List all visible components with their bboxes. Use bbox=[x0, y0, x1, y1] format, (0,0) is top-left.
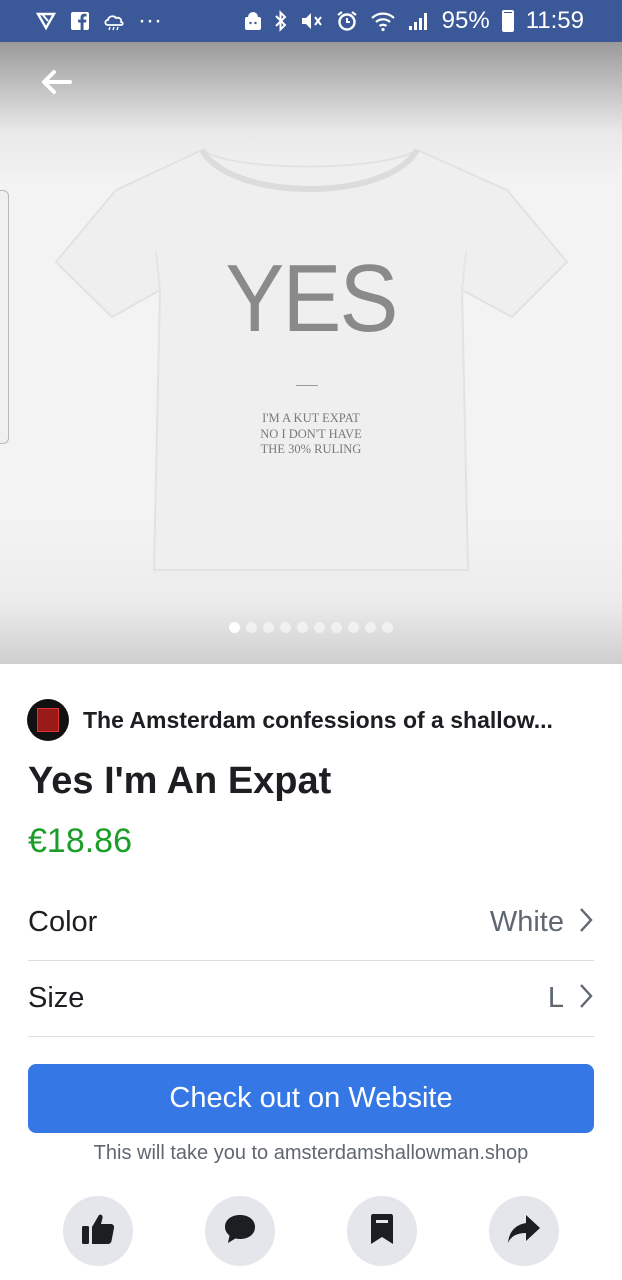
option-row-size[interactable]: Size L bbox=[28, 960, 594, 1036]
facebook-icon bbox=[70, 11, 90, 31]
carousel-dot[interactable] bbox=[382, 622, 393, 633]
product-price: €18.86 bbox=[28, 822, 132, 860]
carousel-dot[interactable] bbox=[365, 622, 376, 633]
carousel-dot[interactable] bbox=[314, 622, 325, 633]
comment-icon bbox=[222, 1212, 258, 1251]
option-value-group: White bbox=[490, 906, 594, 939]
shirt-line: I'M A KUT EXPAT bbox=[262, 411, 360, 425]
weather-icon bbox=[102, 11, 126, 31]
comment-button[interactable] bbox=[205, 1196, 275, 1266]
action-bar bbox=[0, 1196, 622, 1280]
option-label: Color bbox=[28, 905, 98, 938]
shirt-line: NO I DON'T HAVE bbox=[260, 426, 362, 441]
thumbs-up-icon bbox=[80, 1212, 116, 1251]
seller-name[interactable]: The Amsterdam confessions of a shallow..… bbox=[83, 707, 553, 734]
arrow-left-icon bbox=[40, 68, 72, 101]
checkout-button[interactable]: Check out on Website bbox=[28, 1064, 594, 1133]
bookmark-icon bbox=[368, 1212, 396, 1251]
carousel-dot[interactable] bbox=[246, 622, 257, 633]
chevron-right-icon bbox=[578, 982, 594, 1015]
checkout-note: This will take you to amsterdamshallowma… bbox=[93, 1142, 529, 1164]
avatar-logo bbox=[37, 708, 59, 732]
battery-percent: 95% bbox=[441, 7, 490, 34]
option-value: L bbox=[547, 981, 564, 1014]
shirt-text: I'M A KUT EXPAT NO I DON'T HAVE THE 30% … bbox=[0, 411, 622, 458]
status-bar-left: ··· bbox=[36, 7, 162, 35]
battery-icon bbox=[501, 10, 514, 32]
carousel-dot[interactable] bbox=[280, 622, 291, 633]
shirt-line: THE 30% RULING bbox=[260, 442, 362, 456]
product-title: Yes I'm An Expat bbox=[28, 760, 332, 802]
carousel-dot[interactable] bbox=[263, 622, 274, 633]
battery-level bbox=[503, 12, 512, 30]
divider bbox=[28, 1036, 594, 1037]
share-button[interactable] bbox=[489, 1196, 559, 1266]
clock: 11:59 bbox=[525, 7, 584, 34]
more-notifications: ··· bbox=[138, 7, 162, 34]
shirt-headline: YES bbox=[225, 245, 398, 352]
option-value-group: L bbox=[548, 982, 594, 1015]
android-icon bbox=[244, 11, 262, 31]
back-button[interactable] bbox=[36, 66, 76, 102]
carousel-dot[interactable] bbox=[331, 622, 342, 633]
product-image-carousel[interactable]: YES I'M A KUT EXPAT NO I DON'T HAVE THE … bbox=[0, 42, 622, 664]
carousel-dot[interactable] bbox=[297, 622, 308, 633]
alarm-icon bbox=[336, 10, 358, 32]
app-notification-icon bbox=[36, 11, 58, 31]
tshirt-image bbox=[54, 148, 569, 571]
side-panel-handle[interactable] bbox=[0, 190, 9, 444]
wifi-icon bbox=[370, 10, 396, 32]
shirt-divider bbox=[296, 385, 318, 386]
option-value: White bbox=[489, 905, 564, 938]
carousel-dot[interactable] bbox=[348, 622, 359, 633]
seller-avatar[interactable] bbox=[27, 699, 69, 741]
mute-icon bbox=[300, 10, 324, 32]
chevron-right-icon bbox=[578, 906, 594, 939]
like-button[interactable] bbox=[63, 1196, 133, 1266]
seller-row[interactable]: The Amsterdam confessions of a shallow..… bbox=[27, 699, 553, 741]
signal-icon bbox=[408, 10, 430, 32]
carousel-dot-active[interactable] bbox=[229, 622, 240, 633]
option-row-color[interactable]: Color White bbox=[28, 884, 594, 960]
bluetooth-icon bbox=[274, 10, 288, 32]
save-button[interactable] bbox=[347, 1196, 417, 1266]
status-bar-right: 95% 11:59 bbox=[244, 7, 584, 35]
share-icon bbox=[506, 1213, 542, 1250]
carousel-dots bbox=[0, 622, 622, 633]
status-bar: ··· 95% 11:59 bbox=[0, 0, 622, 42]
option-label: Size bbox=[28, 981, 85, 1014]
